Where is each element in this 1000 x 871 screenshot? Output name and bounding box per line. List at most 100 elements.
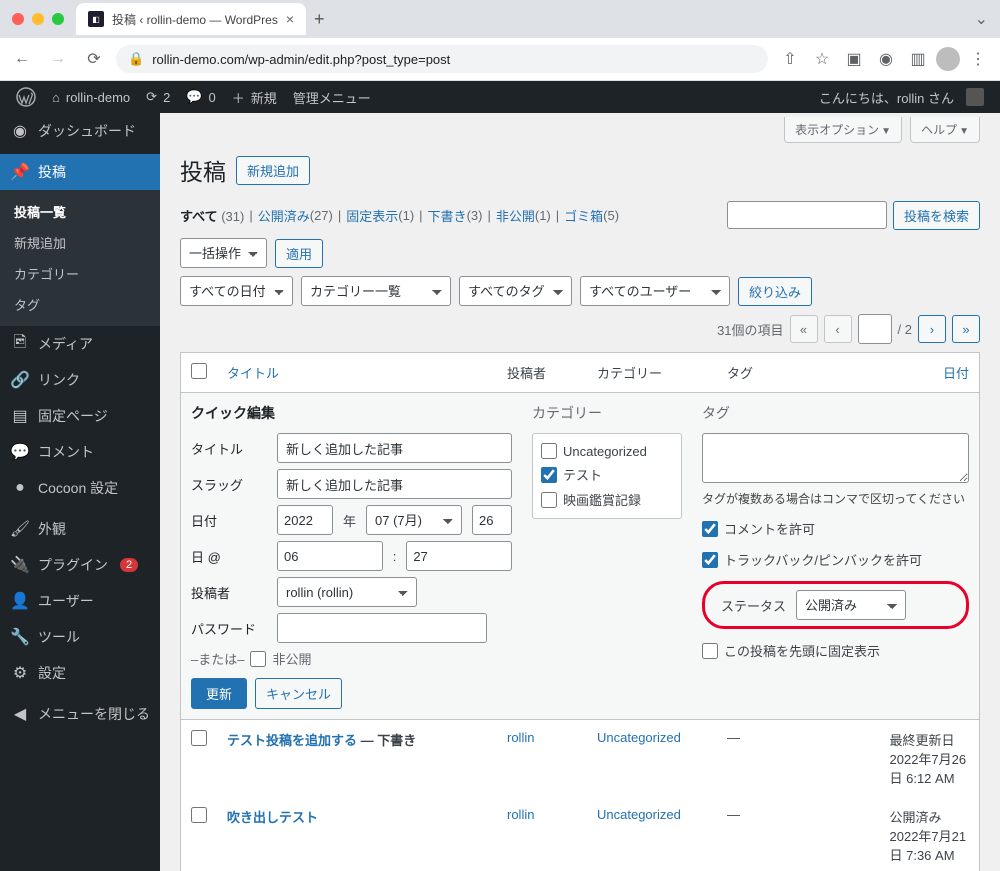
qe-password-input[interactable] <box>277 613 487 643</box>
submenu-tags[interactable]: タグ <box>0 289 160 320</box>
qe-cat-checkbox[interactable] <box>541 443 557 459</box>
post-title-link[interactable]: テスト投稿を追加する <box>227 733 357 748</box>
qe-minute-input[interactable] <box>406 541 512 571</box>
filter-all[interactable]: すべて (31) <box>180 206 244 225</box>
row-checkbox[interactable] <box>191 730 207 746</box>
url-bar[interactable]: 🔒 rollin-demo.com/wp-admin/edit.php?post… <box>116 45 768 73</box>
filter-trash[interactable]: ゴミ箱 <box>564 206 603 225</box>
category-link[interactable]: Uncategorized <box>597 730 681 745</box>
prev-page-button[interactable]: ‹ <box>824 315 852 343</box>
sidebar-item-label: プラグイン <box>38 555 108 575</box>
admin-menu-link[interactable]: 管理メニュー <box>285 81 379 113</box>
sidebar-item-links[interactable]: 🔗リンク <box>0 362 160 398</box>
col-date[interactable]: 日付 <box>943 366 969 381</box>
apply-button[interactable]: 適用 <box>275 239 323 268</box>
update-button[interactable]: 更新 <box>191 678 247 709</box>
forward-icon[interactable]: → <box>44 45 72 73</box>
filter-private[interactable]: 非公開 <box>496 206 535 225</box>
sidebar-item-posts[interactable]: 📌投稿 <box>0 154 160 190</box>
close-tab-icon[interactable]: × <box>286 11 294 27</box>
sidebar-item-dashboard[interactable]: ◉ダッシュボード <box>0 113 160 149</box>
category-link[interactable]: Uncategorized <box>597 807 681 822</box>
submenu-categories[interactable]: カテゴリー <box>0 258 160 289</box>
qe-cat-option[interactable]: 映画鑑賞記録 <box>541 487 673 512</box>
sidebar-item-media[interactable]: 🖻メディア <box>0 326 160 362</box>
sidebar-item-cocoon[interactable]: ●Cocoon 設定 <box>0 470 160 506</box>
last-page-button[interactable]: » <box>952 315 980 343</box>
sidebar-item-comments[interactable]: 💬コメント <box>0 434 160 470</box>
sidebar-item-pages[interactable]: ▤固定ページ <box>0 398 160 434</box>
updates[interactable]: ⟳2 <box>138 81 178 113</box>
author-link[interactable]: rollin <box>507 807 534 822</box>
filter-button[interactable]: 絞り込み <box>738 277 812 306</box>
qe-author-select[interactable]: rollin (rollin) <box>277 577 417 607</box>
first-page-button[interactable]: « <box>790 315 818 343</box>
share-icon[interactable]: ⇧ <box>776 45 804 73</box>
screen-options-button[interactable]: 表示オプション▼ <box>784 117 902 143</box>
status-select[interactable]: 公開済み <box>796 590 906 620</box>
current-page-input[interactable] <box>858 314 892 344</box>
extensions-icon[interactable]: ◉ <box>872 45 900 73</box>
qe-slug-input[interactable] <box>277 469 512 499</box>
qe-year-input[interactable] <box>277 505 333 535</box>
sticky-checkbox[interactable] <box>702 643 718 659</box>
ext2-icon[interactable]: ▥ <box>904 45 932 73</box>
qe-month-select[interactable]: 07 (7月) <box>366 505 462 535</box>
date-filter-select[interactable]: すべての日付 <box>180 276 293 306</box>
qe-cat-checkbox[interactable] <box>541 467 557 483</box>
new-content[interactable]: ＋新規 <box>224 81 285 113</box>
row-checkbox[interactable] <box>191 807 207 823</box>
submenu-add-new[interactable]: 新規追加 <box>0 227 160 258</box>
submenu-all-posts[interactable]: 投稿一覧 <box>0 196 160 227</box>
sidebar-item-appearance[interactable]: 🖌外観 <box>0 511 160 547</box>
camera-icon[interactable]: ▣ <box>840 45 868 73</box>
minimize-window-icon[interactable] <box>32 13 44 25</box>
back-icon[interactable]: ← <box>8 45 36 73</box>
reload-icon[interactable]: ⟳ <box>80 45 108 73</box>
filter-sticky[interactable]: 固定表示 <box>346 206 398 225</box>
search-button[interactable]: 投稿を検索 <box>893 201 980 230</box>
post-title-link[interactable]: 吹き出しテスト <box>227 810 318 825</box>
close-window-icon[interactable] <box>12 13 24 25</box>
star-icon[interactable]: ☆ <box>808 45 836 73</box>
help-button[interactable]: ヘルプ▼ <box>910 117 980 143</box>
maximize-window-icon[interactable] <box>52 13 64 25</box>
select-all-checkbox[interactable] <box>191 363 207 379</box>
qe-tags-textarea[interactable] <box>702 433 969 483</box>
bulk-action-select[interactable]: 一括操作 <box>180 238 267 268</box>
allow-comments-checkbox[interactable] <box>702 521 718 537</box>
qe-cat-option[interactable]: Uncategorized <box>541 440 673 462</box>
category-filter-select[interactable]: カテゴリー一覧 <box>301 276 451 306</box>
sidebar-item-settings[interactable]: ⚙設定 <box>0 655 160 691</box>
qe-cat-checkbox[interactable] <box>541 492 557 508</box>
next-page-button[interactable]: › <box>918 315 946 343</box>
tag-filter-select[interactable]: すべてのタグ <box>459 276 572 306</box>
chevron-down-icon[interactable]: ⌄ <box>975 9 988 29</box>
qe-title-input[interactable] <box>277 433 512 463</box>
profile-avatar-icon[interactable] <box>936 47 960 71</box>
author-link[interactable]: rollin <box>507 730 534 745</box>
menu-icon[interactable]: ⋮ <box>964 45 992 73</box>
new-tab-button[interactable]: + <box>314 9 325 30</box>
account-greeting[interactable]: こんにちは、rollin さん <box>811 81 992 113</box>
filter-draft[interactable]: 下書き <box>428 206 467 225</box>
browser-tab[interactable]: ◧ 投稿 ‹ rollin-demo — WordPres × <box>76 3 306 35</box>
site-home[interactable]: ⌂rollin-demo <box>44 81 138 113</box>
search-input[interactable] <box>727 201 887 229</box>
user-filter-select[interactable]: すべてのユーザー <box>580 276 730 306</box>
filter-published[interactable]: 公開済み <box>258 206 310 225</box>
sidebar-item-plugins[interactable]: 🔌プラグイン2 <box>0 547 160 583</box>
sidebar-collapse[interactable]: ◀メニューを閉じる <box>0 696 160 732</box>
sidebar-item-tools[interactable]: 🔧ツール <box>0 619 160 655</box>
qe-day-input[interactable] <box>472 505 512 535</box>
allow-pings-checkbox[interactable] <box>702 552 718 568</box>
qe-private-checkbox[interactable] <box>250 651 266 667</box>
comments[interactable]: 💬0 <box>178 81 223 113</box>
sidebar-item-users[interactable]: 👤ユーザー <box>0 583 160 619</box>
wp-logo-icon[interactable] <box>8 81 44 113</box>
col-title[interactable]: タイトル <box>227 366 279 381</box>
cancel-button[interactable]: キャンセル <box>255 678 342 709</box>
qe-hour-input[interactable] <box>277 541 383 571</box>
add-new-button[interactable]: 新規追加 <box>236 156 310 185</box>
qe-cat-option[interactable]: テスト <box>541 462 673 487</box>
